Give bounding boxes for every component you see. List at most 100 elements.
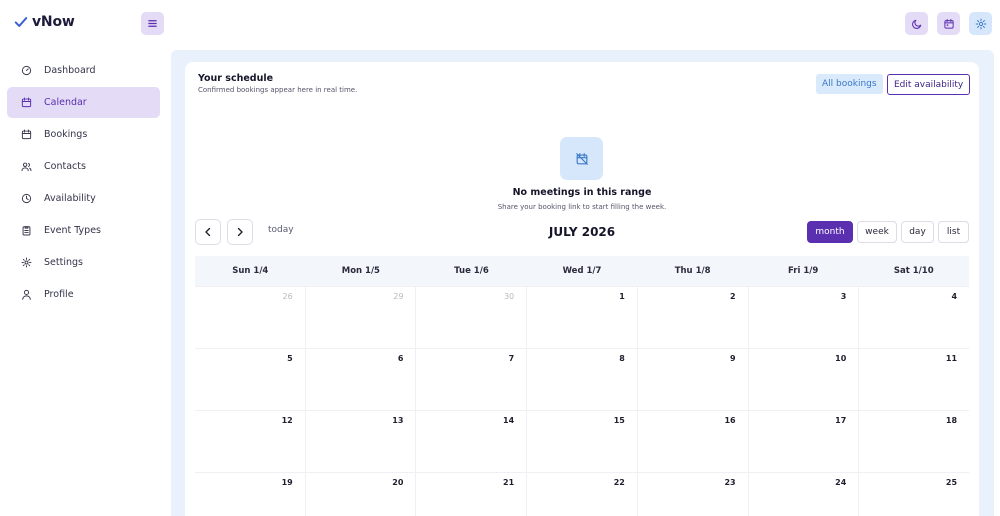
main-area: Your schedule Confirmed bookings appear … xyxy=(171,50,994,516)
day-cell[interactable]: 17 xyxy=(747,411,859,472)
menu-toggle-button[interactable] xyxy=(141,12,164,35)
day-number: 2 xyxy=(730,292,736,301)
day-cell[interactable]: 12 xyxy=(195,411,305,472)
day-cell[interactable]: 7 xyxy=(415,349,526,410)
day-cell[interactable]: 14 xyxy=(415,411,526,472)
top-actions xyxy=(905,12,992,35)
clipboard-icon xyxy=(22,226,31,236)
calendar-shortcut-button[interactable] xyxy=(937,12,960,35)
day-header: Fri 1/9 xyxy=(788,266,819,276)
day-header-row: Sun 1/4 Mon 1/5 Tue 1/6 Wed 1/7 Thu 1/8 … xyxy=(195,256,969,286)
sidebar-item-label: Event Types xyxy=(44,225,102,236)
day-header: Sun 1/4 xyxy=(232,266,269,276)
sidebar-item-dashboard[interactable]: Dashboard xyxy=(7,55,160,86)
day-number: 20 xyxy=(392,478,404,487)
calendar-check-icon xyxy=(21,129,32,140)
day-cell[interactable]: 24 xyxy=(747,473,859,516)
empty-state-icon-box xyxy=(560,137,603,180)
day-number: 25 xyxy=(945,478,958,487)
sidebar-item-bookings[interactable]: Bookings xyxy=(7,119,160,150)
sidebar-item-label: Profile xyxy=(44,289,74,300)
day-number: 4 xyxy=(951,292,958,301)
empty-state-title: No meetings in this range xyxy=(512,187,652,198)
sidebar-item-label: Settings xyxy=(44,257,83,268)
app-logo[interactable]: vNow xyxy=(14,14,75,30)
day-cell[interactable]: 15 xyxy=(526,411,637,472)
day-cell[interactable]: 16 xyxy=(636,411,748,472)
week-row: 19 20 21 22 23 24 25 xyxy=(195,472,969,516)
day-header: Tue 1/6 xyxy=(454,266,489,276)
empty-state-subtitle: Share your booking link to start filling… xyxy=(497,203,667,211)
day-cell[interactable]: 29 xyxy=(304,287,416,348)
day-number: 7 xyxy=(508,354,515,363)
day-number: 23 xyxy=(724,478,736,487)
calendar-grid: Sun 1/4 Mon 1/5 Tue 1/6 Wed 1/7 Thu 1/8 … xyxy=(195,256,969,516)
day-number: 21 xyxy=(503,478,515,487)
edit-availability-button[interactable]: Edit availability xyxy=(887,74,971,95)
day-cell[interactable]: 23 xyxy=(636,473,748,516)
day-cell[interactable]: 9 xyxy=(636,349,748,410)
theme-toggle-button[interactable] xyxy=(905,12,928,35)
sidebar-item-profile[interactable]: Profile xyxy=(7,279,160,310)
day-cell[interactable]: 13 xyxy=(304,411,416,472)
day-number: 6 xyxy=(397,354,404,363)
day-cell[interactable]: 22 xyxy=(526,473,637,516)
day-number: 14 xyxy=(503,416,515,425)
day-cell[interactable]: 30 xyxy=(415,287,526,348)
day-cell[interactable]: 5 xyxy=(195,349,305,410)
day-cell[interactable]: 8 xyxy=(526,349,637,410)
day-cell[interactable]: 2 xyxy=(636,287,748,348)
day-cell[interactable]: 25 xyxy=(858,473,969,516)
sidebar-item-label: Availability xyxy=(44,193,96,204)
gear-icon xyxy=(21,257,32,268)
day-cell[interactable]: 1 xyxy=(526,287,637,348)
day-number: 29 xyxy=(393,292,404,301)
sidebar-item-availability[interactable]: Availability xyxy=(7,183,160,214)
day-cell[interactable]: 11 xyxy=(858,349,969,410)
all-bookings-button[interactable]: All bookings xyxy=(816,74,883,94)
day-cell[interactable]: 6 xyxy=(304,349,416,410)
day-cell[interactable]: 20 xyxy=(304,473,416,516)
week-row: 5 6 7 8 9 10 11 xyxy=(195,348,969,410)
day-number: 5 xyxy=(287,354,293,363)
day-cell[interactable]: 21 xyxy=(415,473,526,516)
day-number: 1 xyxy=(619,292,625,301)
moon-icon xyxy=(911,19,921,29)
day-number: 13 xyxy=(392,416,404,425)
day-number: 9 xyxy=(730,354,736,363)
sidebar-item-event-types[interactable]: Event Types xyxy=(7,215,160,246)
day-cell[interactable]: 10 xyxy=(747,349,859,410)
view-week-button[interactable]: week xyxy=(857,221,897,243)
schedule-title: Your schedule xyxy=(198,73,274,84)
day-number: 30 xyxy=(503,292,515,301)
calendar-icon xyxy=(943,18,954,29)
day-number: 16 xyxy=(724,416,736,425)
day-cell[interactable]: 3 xyxy=(747,287,859,348)
sidebar-item-settings[interactable]: Settings xyxy=(7,247,160,278)
day-cell[interactable]: 26 xyxy=(195,287,305,348)
day-header: Mon 1/5 xyxy=(341,266,380,276)
day-number: 22 xyxy=(613,478,625,487)
sidebar: Dashboard Calendar Bookings Contacts Ava… xyxy=(0,55,168,311)
day-cell[interactable]: 19 xyxy=(195,473,305,516)
week-row: 12 13 14 15 16 17 18 xyxy=(195,410,969,472)
users-icon xyxy=(21,162,32,172)
calendar-icon xyxy=(21,97,32,108)
week-row: 26 29 30 1 2 3 4 xyxy=(195,286,969,348)
sidebar-item-contacts[interactable]: Contacts xyxy=(7,151,160,182)
check-icon xyxy=(14,17,28,27)
sidebar-item-calendar[interactable]: Calendar xyxy=(7,87,160,118)
calendar-off-icon xyxy=(575,152,588,165)
day-number: 18 xyxy=(945,416,958,425)
view-list-button[interactable]: list xyxy=(938,221,969,243)
day-cell[interactable]: 4 xyxy=(858,287,969,348)
user-icon xyxy=(22,289,31,300)
day-number: 26 xyxy=(282,292,293,301)
view-month-button[interactable]: month xyxy=(807,221,853,243)
view-day-button[interactable]: day xyxy=(901,221,934,243)
hamburger-icon xyxy=(148,20,157,27)
settings-button[interactable] xyxy=(969,12,992,35)
day-number: 19 xyxy=(281,478,293,487)
day-cell[interactable]: 18 xyxy=(858,411,969,472)
day-number: 10 xyxy=(835,354,847,363)
